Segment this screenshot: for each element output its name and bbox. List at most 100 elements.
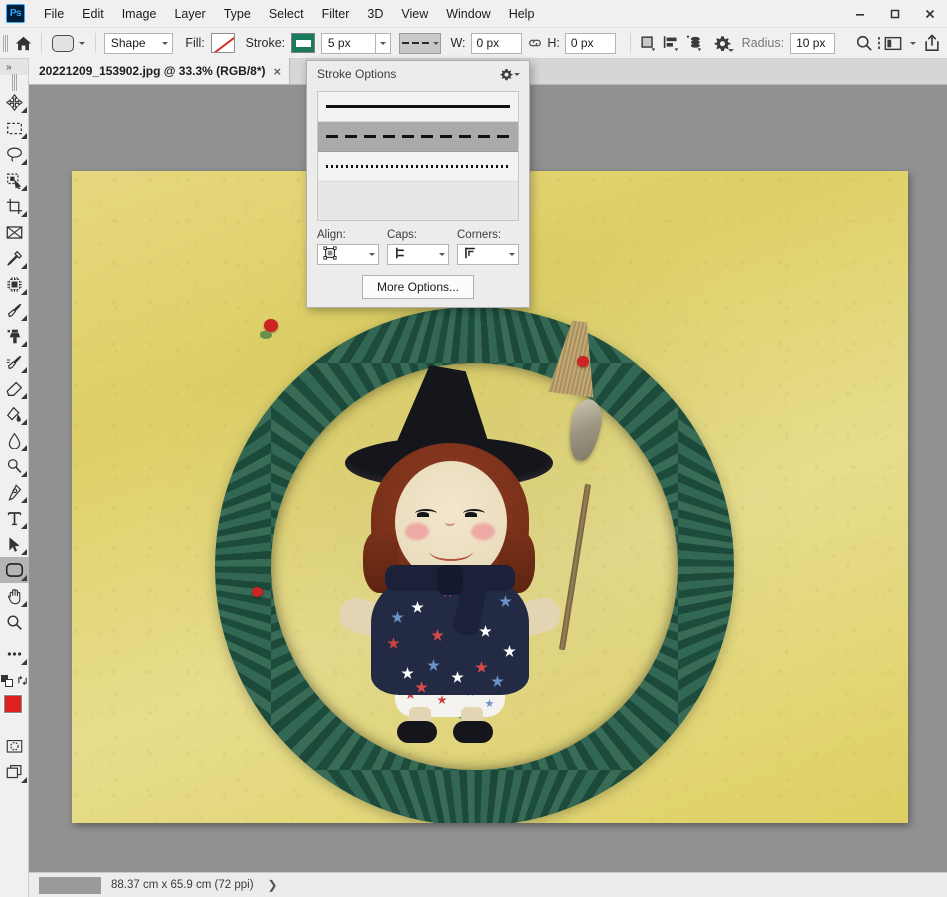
tool-lasso[interactable]	[0, 141, 29, 167]
options-bar-grip[interactable]	[0, 28, 10, 59]
tool-history-brush[interactable]	[0, 349, 29, 375]
maximize-button[interactable]	[877, 0, 912, 28]
width-input[interactable]: 0 px	[470, 32, 522, 54]
collapse-toolbar-button[interactable]: »	[0, 59, 28, 75]
menu-help[interactable]: Help	[500, 3, 544, 25]
tool-marquee[interactable]	[0, 115, 29, 141]
stroke-options-popup[interactable]: Stroke Options Align: Caps: Corners: Mor…	[306, 60, 530, 308]
menu-layer[interactable]: Layer	[165, 3, 214, 25]
tool-object-selection[interactable]	[0, 167, 29, 193]
align-edges-checkbox[interactable]	[839, 31, 853, 55]
share-button[interactable]	[920, 31, 943, 55]
options-separator	[41, 33, 42, 53]
tool-type[interactable]	[0, 505, 29, 531]
menu-bar: Ps File Edit Image Layer Type Select Fil…	[0, 0, 947, 28]
link-width-height-icon[interactable]	[526, 37, 543, 49]
close-button[interactable]	[912, 0, 947, 28]
search-icon[interactable]	[852, 31, 875, 55]
shoe-left	[397, 721, 437, 743]
align-select[interactable]	[317, 244, 379, 265]
menu-3d[interactable]: 3D	[358, 3, 392, 25]
corners-select[interactable]	[457, 244, 519, 265]
options-separator	[630, 33, 632, 53]
workspace-divider-icon	[875, 31, 882, 55]
height-input[interactable]: 0 px	[564, 32, 617, 54]
minimize-button[interactable]	[842, 0, 877, 28]
screen-mode-button[interactable]	[0, 759, 29, 785]
stroke-label: Stroke:	[245, 36, 286, 50]
zoom-level-input[interactable]	[39, 876, 101, 894]
menu-type[interactable]: Type	[215, 3, 260, 25]
menu-window[interactable]: Window	[437, 3, 499, 25]
default-colors-icon[interactable]	[0, 674, 13, 690]
menu-image[interactable]: Image	[113, 3, 166, 25]
bow-knot	[437, 565, 463, 595]
fill-label: Fill:	[185, 36, 205, 50]
stroke-width-select[interactable]: 5 px	[320, 32, 377, 54]
path-arrangement-button[interactable]	[682, 31, 705, 55]
stroke-preset-list[interactable]	[317, 91, 519, 221]
more-options-button[interactable]: More Options...	[362, 275, 474, 299]
chevron-down-icon	[909, 41, 916, 45]
menu-file[interactable]: File	[35, 3, 73, 25]
tool-dodge[interactable]	[0, 453, 29, 479]
tool-preset-picker[interactable]	[48, 34, 89, 52]
menu-filter[interactable]: Filter	[313, 3, 359, 25]
toolbar-grip[interactable]	[0, 73, 28, 91]
tool-crop[interactable]	[0, 193, 29, 219]
tool-rounded-rectangle[interactable]	[0, 557, 29, 583]
status-expand-icon[interactable]: ❯	[268, 878, 278, 892]
radius-input[interactable]: 10 px	[790, 32, 835, 54]
chevron-down-icon	[514, 72, 520, 76]
star	[415, 681, 428, 693]
stroke-preset-solid[interactable]	[318, 92, 518, 122]
gear-icon[interactable]	[500, 68, 520, 81]
witch-doll	[333, 365, 567, 743]
radius-label: Radius:	[741, 36, 785, 50]
dashed-line-icon	[326, 135, 510, 138]
document-tab-title: 20221209_153902.jpg @ 33.3% (RGB/8*)	[39, 64, 266, 78]
tool-healing-brush[interactable]	[0, 271, 29, 297]
tool-brush[interactable]	[0, 297, 29, 323]
stroke-preset-dashed[interactable]	[318, 122, 518, 152]
tool-hand[interactable]	[0, 583, 29, 609]
swap-colors-icon[interactable]	[17, 675, 28, 689]
tool-zoom[interactable]	[0, 609, 29, 635]
align-label: Align:	[317, 229, 346, 241]
home-button[interactable]	[12, 31, 35, 55]
workspace-chevron[interactable]	[905, 31, 921, 55]
stroke-swatch[interactable]	[291, 33, 315, 53]
tool-pen[interactable]	[0, 479, 29, 505]
menu-select[interactable]: Select	[260, 3, 313, 25]
menu-view[interactable]: View	[392, 3, 437, 25]
workspace-button[interactable]	[882, 31, 905, 55]
stroke-style-button[interactable]	[399, 32, 442, 54]
tool-flyout-indicator	[21, 367, 27, 373]
star	[499, 595, 512, 607]
foreground-color-swatch[interactable]	[3, 694, 23, 714]
options-separator	[94, 33, 96, 53]
path-operations-button[interactable]	[637, 31, 660, 55]
tool-move[interactable]	[0, 89, 29, 115]
tool-frame[interactable]	[0, 219, 29, 245]
stroke-width-dropdown[interactable]	[375, 32, 392, 54]
tool-eyedropper[interactable]	[0, 245, 29, 271]
close-icon[interactable]: ×	[274, 65, 282, 78]
tool-eraser[interactable]	[0, 375, 29, 401]
path-settings-gear-button[interactable]	[711, 31, 734, 55]
tool-path-selection[interactable]	[0, 531, 29, 557]
stroke-preset-dotted[interactable]	[318, 152, 518, 182]
tool-clone-stamp[interactable]	[0, 323, 29, 349]
shape-mode-select[interactable]: Shape	[103, 32, 174, 54]
caps-select[interactable]	[387, 244, 449, 265]
tool-flyout-indicator	[21, 107, 27, 113]
path-alignment-button[interactable]	[660, 31, 683, 55]
tool-blur[interactable]	[0, 427, 29, 453]
document-tab[interactable]: 20221209_153902.jpg @ 33.3% (RGB/8*) ×	[29, 58, 291, 84]
quick-mask-button[interactable]	[0, 733, 29, 759]
chevron-down-icon	[78, 41, 85, 45]
tool-gradient[interactable]	[0, 401, 29, 427]
menu-edit[interactable]: Edit	[73, 3, 113, 25]
fill-swatch[interactable]	[210, 33, 235, 53]
tool-edit-toolbar[interactable]	[0, 641, 29, 667]
